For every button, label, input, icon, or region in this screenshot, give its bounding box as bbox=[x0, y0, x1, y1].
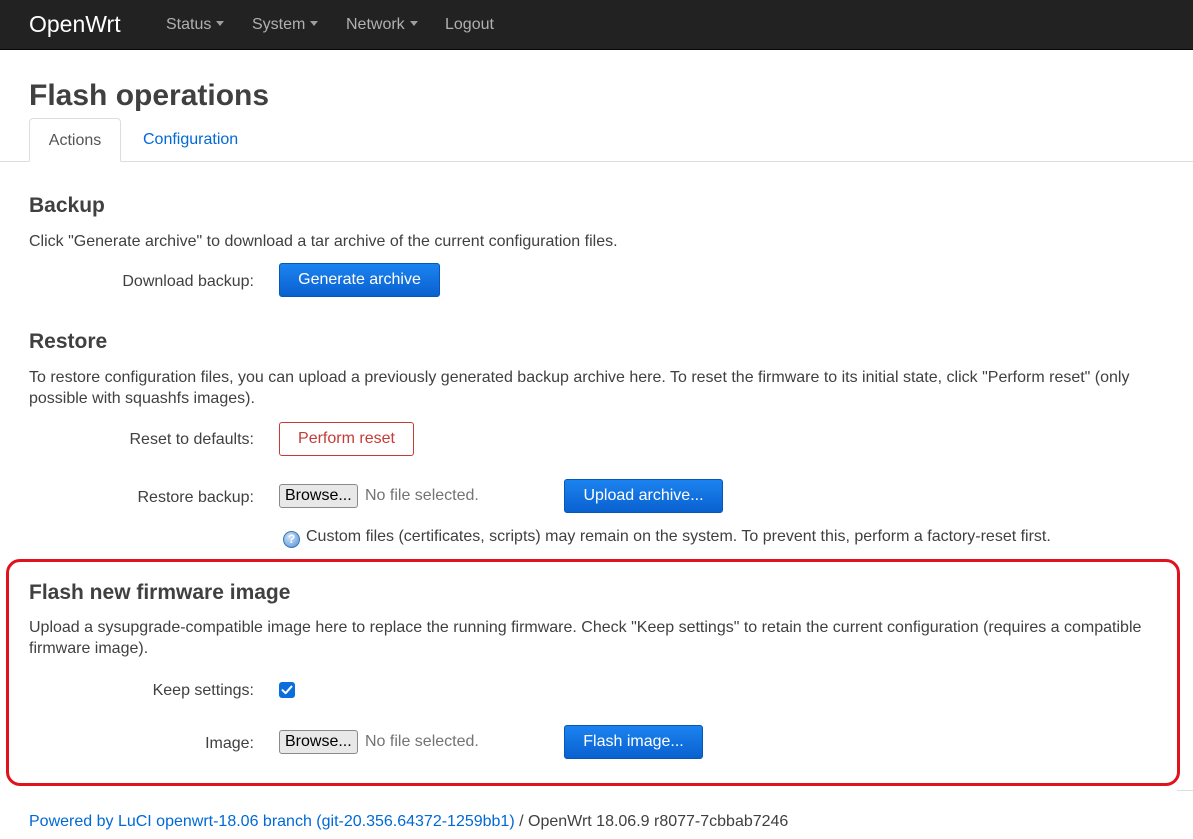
chevron-down-icon bbox=[310, 21, 319, 26]
generate-archive-button[interactable]: Generate archive bbox=[279, 263, 440, 297]
top-navbar: OpenWrt Status System Network Logout bbox=[0, 0, 1193, 50]
openwrt-version: / OpenWrt 18.06.9 r8077-7cbbab7246 bbox=[514, 813, 789, 830]
menu-system-label: System bbox=[252, 16, 306, 33]
tab-configuration[interactable]: Configuration bbox=[128, 118, 253, 162]
footer: Powered by LuCI openwrt-18.06 branch (gi… bbox=[29, 812, 788, 832]
restore-backup-label: Restore backup: bbox=[137, 489, 254, 506]
reset-defaults-label: Reset to defaults: bbox=[129, 431, 254, 448]
tab-actions[interactable]: Actions bbox=[29, 118, 121, 162]
keep-settings-label: Keep settings: bbox=[152, 682, 254, 699]
restore-browse-button[interactable]: Browse... bbox=[279, 484, 358, 508]
menu-network[interactable]: Network bbox=[346, 0, 418, 50]
footer-divider bbox=[1177, 790, 1193, 791]
page-title: Flash operations bbox=[29, 79, 270, 112]
flash-image-button[interactable]: Flash image... bbox=[564, 725, 703, 759]
restore-hint: ? Custom files (certificates, scripts) ma… bbox=[283, 527, 1051, 548]
menu-logout-label: Logout bbox=[445, 16, 494, 33]
flash-heading: Flash new firmware image bbox=[29, 581, 291, 604]
help-icon: ? bbox=[283, 531, 300, 548]
keep-settings-checkbox[interactable] bbox=[279, 682, 295, 698]
download-backup-label: Download backup: bbox=[122, 273, 254, 290]
image-browse-button[interactable]: Browse... bbox=[279, 730, 358, 754]
restore-file-status: No file selected. bbox=[365, 487, 479, 504]
upload-archive-button[interactable]: Upload archive... bbox=[564, 479, 723, 513]
luci-version-link[interactable]: Powered by LuCI openwrt-18.06 branch (gi… bbox=[29, 813, 515, 830]
flash-description: Upload a sysupgrade-compatible image her… bbox=[29, 619, 1142, 657]
chevron-down-icon bbox=[216, 21, 225, 26]
menu-logout[interactable]: Logout bbox=[445, 0, 494, 50]
menu-status-label: Status bbox=[166, 16, 212, 33]
image-label: Image: bbox=[205, 735, 254, 752]
restore-heading: Restore bbox=[29, 330, 108, 353]
brand-logo[interactable]: OpenWrt bbox=[29, 10, 121, 38]
backup-heading: Backup bbox=[29, 194, 105, 217]
chevron-down-icon bbox=[409, 21, 418, 26]
backup-description: Click "Generate archive" to download a t… bbox=[29, 233, 618, 250]
menu-system[interactable]: System bbox=[252, 0, 319, 50]
checkmark-icon bbox=[281, 685, 293, 695]
restore-description: To restore configuration files, you can … bbox=[29, 369, 1130, 407]
restore-hint-text: Custom files (certificates, scripts) may… bbox=[306, 528, 1051, 545]
image-file-status: No file selected. bbox=[365, 733, 479, 750]
menu-network-label: Network bbox=[346, 16, 405, 33]
perform-reset-button[interactable]: Perform reset bbox=[279, 422, 414, 456]
menu-status[interactable]: Status bbox=[166, 0, 225, 50]
